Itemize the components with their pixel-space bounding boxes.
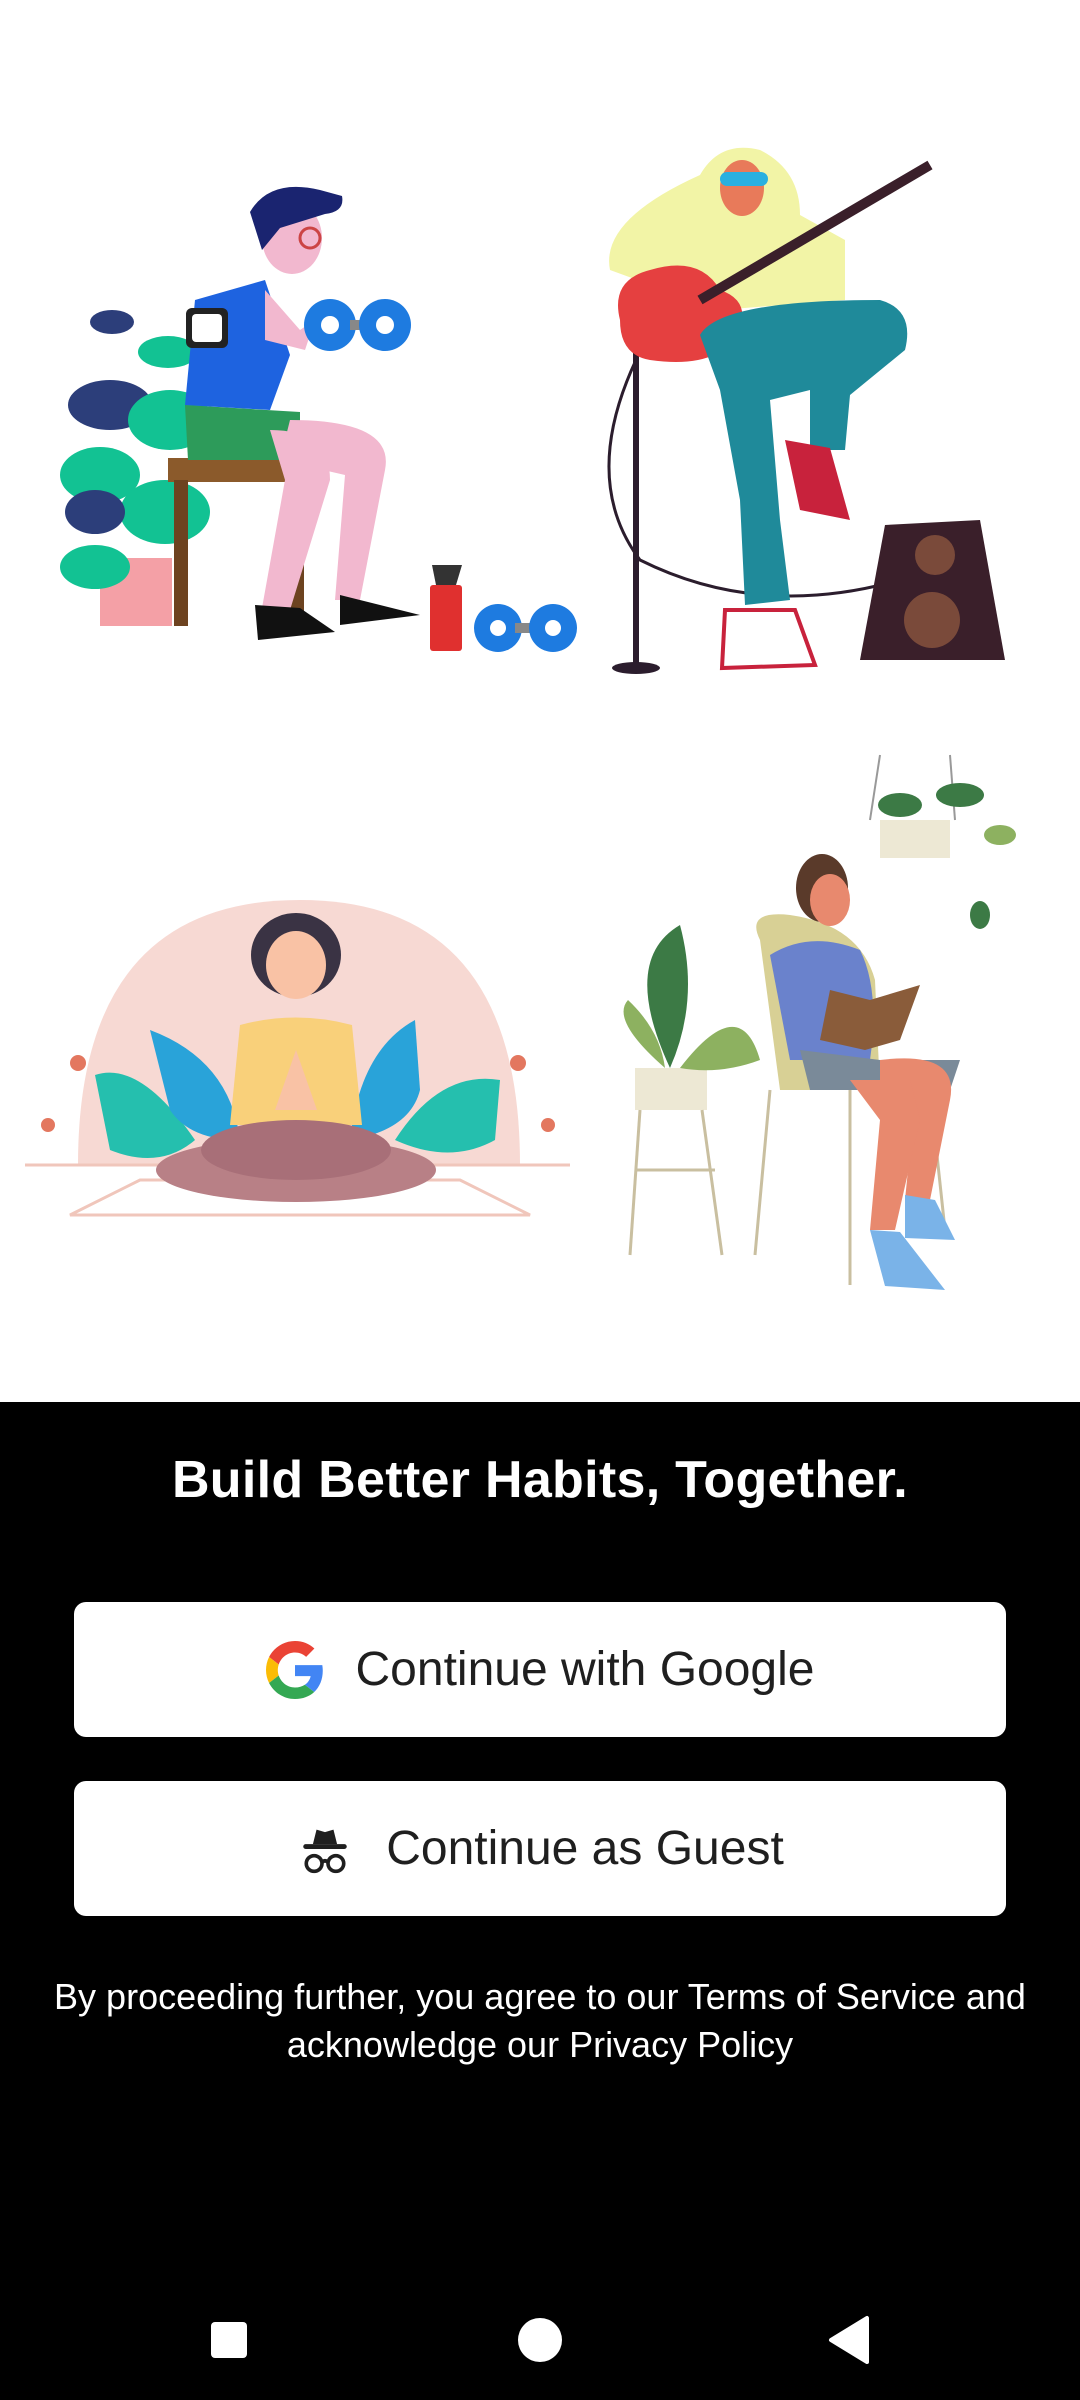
google-logo-icon bbox=[265, 1640, 323, 1699]
navigation-bar bbox=[0, 2280, 1080, 2400]
terms-of-service-link[interactable]: Terms of Service bbox=[688, 1976, 956, 2017]
illustration-area bbox=[0, 0, 1080, 1402]
back-icon[interactable] bbox=[823, 2312, 879, 2368]
continue-with-google-button[interactable]: Continue with Google bbox=[74, 1602, 1006, 1737]
meditation-illustration bbox=[25, 900, 570, 1217]
reading-illustration bbox=[623, 754, 1016, 1290]
incognito-icon bbox=[303, 1829, 347, 1873]
legal-prefix: By proceeding further, you agree to our bbox=[54, 1976, 688, 2017]
guitarist-illustration bbox=[607, 147, 1005, 674]
continue-as-guest-label: Continue as Guest bbox=[386, 1822, 784, 1875]
continue-as-guest-button[interactable]: Continue as Guest bbox=[74, 1781, 1006, 1916]
home-icon[interactable] bbox=[512, 2312, 568, 2368]
recents-icon[interactable] bbox=[201, 2312, 257, 2368]
legal-notice: By proceeding further, you agree to our … bbox=[40, 1973, 1040, 2069]
continue-with-google-label: Continue with Google bbox=[355, 1643, 815, 1696]
privacy-policy-link[interactable]: Privacy Policy bbox=[569, 2024, 793, 2065]
fitness-illustration bbox=[60, 186, 577, 652]
headline: Build Better Habits, Together. bbox=[171, 1451, 909, 1509]
